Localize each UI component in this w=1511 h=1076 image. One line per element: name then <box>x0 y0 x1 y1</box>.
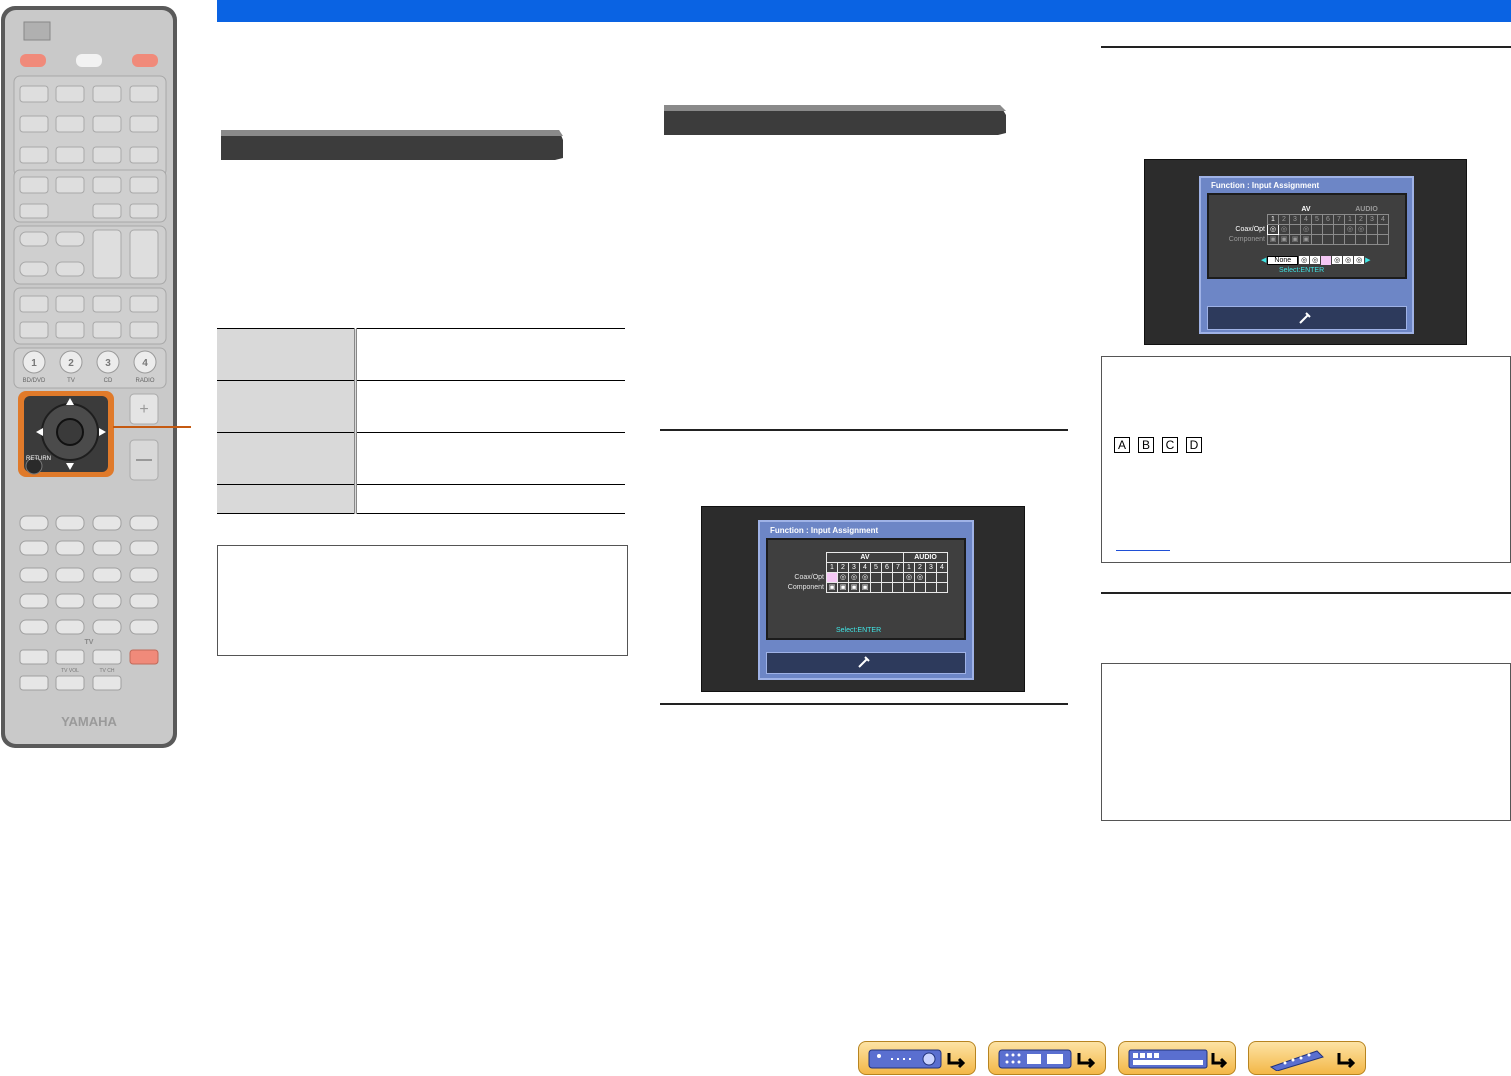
osd-col: 1 <box>1344 214 1356 225</box>
osd-col: 3 <box>1289 214 1301 225</box>
svg-text:TV: TV <box>85 639 94 646</box>
osd-menu-icon-strip <box>1207 306 1407 330</box>
osd-screenshot-input-assignment-select: Function : Input Assignment AV AUDIO 1 2… <box>1144 159 1467 345</box>
note-box-left <box>217 545 628 656</box>
osd-select-hint: Select:ENTER <box>836 627 882 634</box>
remote-key-4: 4 <box>142 358 148 369</box>
divider-rule <box>660 429 1068 431</box>
osd-row-label: Component <box>787 584 824 591</box>
osd-col: 2 <box>1355 214 1367 225</box>
remote-key-3: 3 <box>105 358 111 369</box>
remote-key-2: 2 <box>68 358 74 369</box>
nav-rear-panel-button[interactable] <box>988 1041 1106 1075</box>
osd-group-av: AV <box>1301 206 1311 213</box>
osd-screenshot-input-assignment: Function : Input Assignment AV AUDIO 1 2… <box>701 506 1025 692</box>
osd-col: 1 <box>826 562 838 573</box>
osd-group-av: AV <box>826 552 904 563</box>
section-tab-left <box>217 128 567 160</box>
section-tab-middle <box>660 103 1010 135</box>
osd-option-highlight <box>1321 255 1332 265</box>
osd-col: 4 <box>1300 214 1312 225</box>
note-box-right-top: A B C D <box>1101 356 1511 563</box>
remote-key-1: 1 <box>31 358 37 369</box>
osd-row-label: Component <box>1228 236 1265 243</box>
osd-col: 7 <box>1333 214 1345 225</box>
osd-left-arrow-icon: ◀ <box>1261 257 1267 264</box>
osd-select-hint: Select:ENTER <box>1279 267 1325 274</box>
nav-remote-control-button[interactable] <box>1248 1041 1366 1075</box>
front-display-icon <box>1128 1049 1228 1069</box>
table-row <box>217 484 625 514</box>
osd-col: 5 <box>1311 214 1323 225</box>
osd-col: 2 <box>1278 214 1290 225</box>
osd-col: 3 <box>925 562 937 573</box>
receiver-front-icon <box>868 1049 966 1069</box>
osd-col: 6 <box>881 562 893 573</box>
callout-leader-line <box>113 426 191 428</box>
osd-menu-icon-strip <box>766 652 966 674</box>
osd-right-arrow-icon: ▶ <box>1365 257 1371 264</box>
note-box-right-bottom <box>1101 663 1511 821</box>
svg-text:RETURN: RETURN <box>26 456 51 462</box>
svg-text:RADIO: RADIO <box>135 378 154 384</box>
osd-row-label: Coax/Opt <box>1235 226 1265 233</box>
component-letter-icons: A B C D <box>1114 437 1202 453</box>
svg-text:+: + <box>139 401 148 418</box>
osd-assignment-grid: AV AUDIO 1 2 3 4 5 6 7 1 2 3 4 Coax/Opt … <box>770 552 948 593</box>
osd-col: 4 <box>1377 214 1389 225</box>
svg-text:TV VOL: TV VOL <box>61 668 79 674</box>
remote-brand-logo: YAMAHA <box>61 714 117 729</box>
divider-rule <box>1101 592 1511 594</box>
osd-col: 3 <box>1366 214 1378 225</box>
osd-group-audio: AUDIO <box>1355 206 1378 213</box>
osd-option-none: None <box>1267 255 1299 265</box>
letter-a-icon: A <box>1114 437 1130 453</box>
osd-col: 3 <box>848 562 860 573</box>
remote-control-illustration: 1 2 3 4 BD/DVD TV CD RADIO RETURN + TV T… <box>0 4 178 750</box>
nav-front-display-button[interactable] <box>1118 1041 1236 1075</box>
table-row <box>217 380 625 433</box>
table-row <box>217 432 625 485</box>
osd-row-label: Coax/Opt <box>794 574 824 581</box>
osd-option-selector: ◀ None ◎ ◎ ◎ ◎ ◎ ▶ <box>1261 255 1371 265</box>
osd-title: Function : Input Assignment <box>1211 181 1320 190</box>
osd-group-audio: AUDIO <box>903 552 948 563</box>
divider-rule <box>660 703 1068 705</box>
page-link[interactable] <box>1116 550 1170 551</box>
osd-assignment-grid: AV AUDIO 1 2 3 4 5 6 7 1 2 3 4 Coax/Opt … <box>1211 205 1389 245</box>
osd-col: 7 <box>892 562 904 573</box>
osd-col: 5 <box>870 562 882 573</box>
receiver-rear-icon <box>998 1049 1096 1069</box>
svg-text:TV: TV <box>67 378 75 384</box>
osd-col: 6 <box>1322 214 1334 225</box>
osd-col: 1 <box>903 562 915 573</box>
letter-b-icon: B <box>1138 437 1154 453</box>
nav-front-panel-button[interactable] <box>858 1041 976 1075</box>
osd-col: 4 <box>859 562 871 573</box>
osd-col: 4 <box>936 562 948 573</box>
remote-control-icon <box>1269 1050 1356 1071</box>
setting-table <box>217 328 625 514</box>
svg-text:TV CH: TV CH <box>100 668 115 674</box>
svg-text:BD/DVD: BD/DVD <box>23 378 46 384</box>
osd-col: 1 <box>1267 214 1279 225</box>
table-row <box>217 328 625 381</box>
letter-d-icon: D <box>1186 437 1202 453</box>
osd-col: 2 <box>837 562 849 573</box>
osd-title: Function : Input Assignment <box>770 526 879 535</box>
svg-text:CD: CD <box>104 378 113 384</box>
osd-col: 2 <box>914 562 926 573</box>
top-header-bar <box>217 0 1511 22</box>
divider-rule <box>1101 46 1511 48</box>
letter-c-icon: C <box>1162 437 1178 453</box>
osd-cell-selected <box>826 572 838 583</box>
